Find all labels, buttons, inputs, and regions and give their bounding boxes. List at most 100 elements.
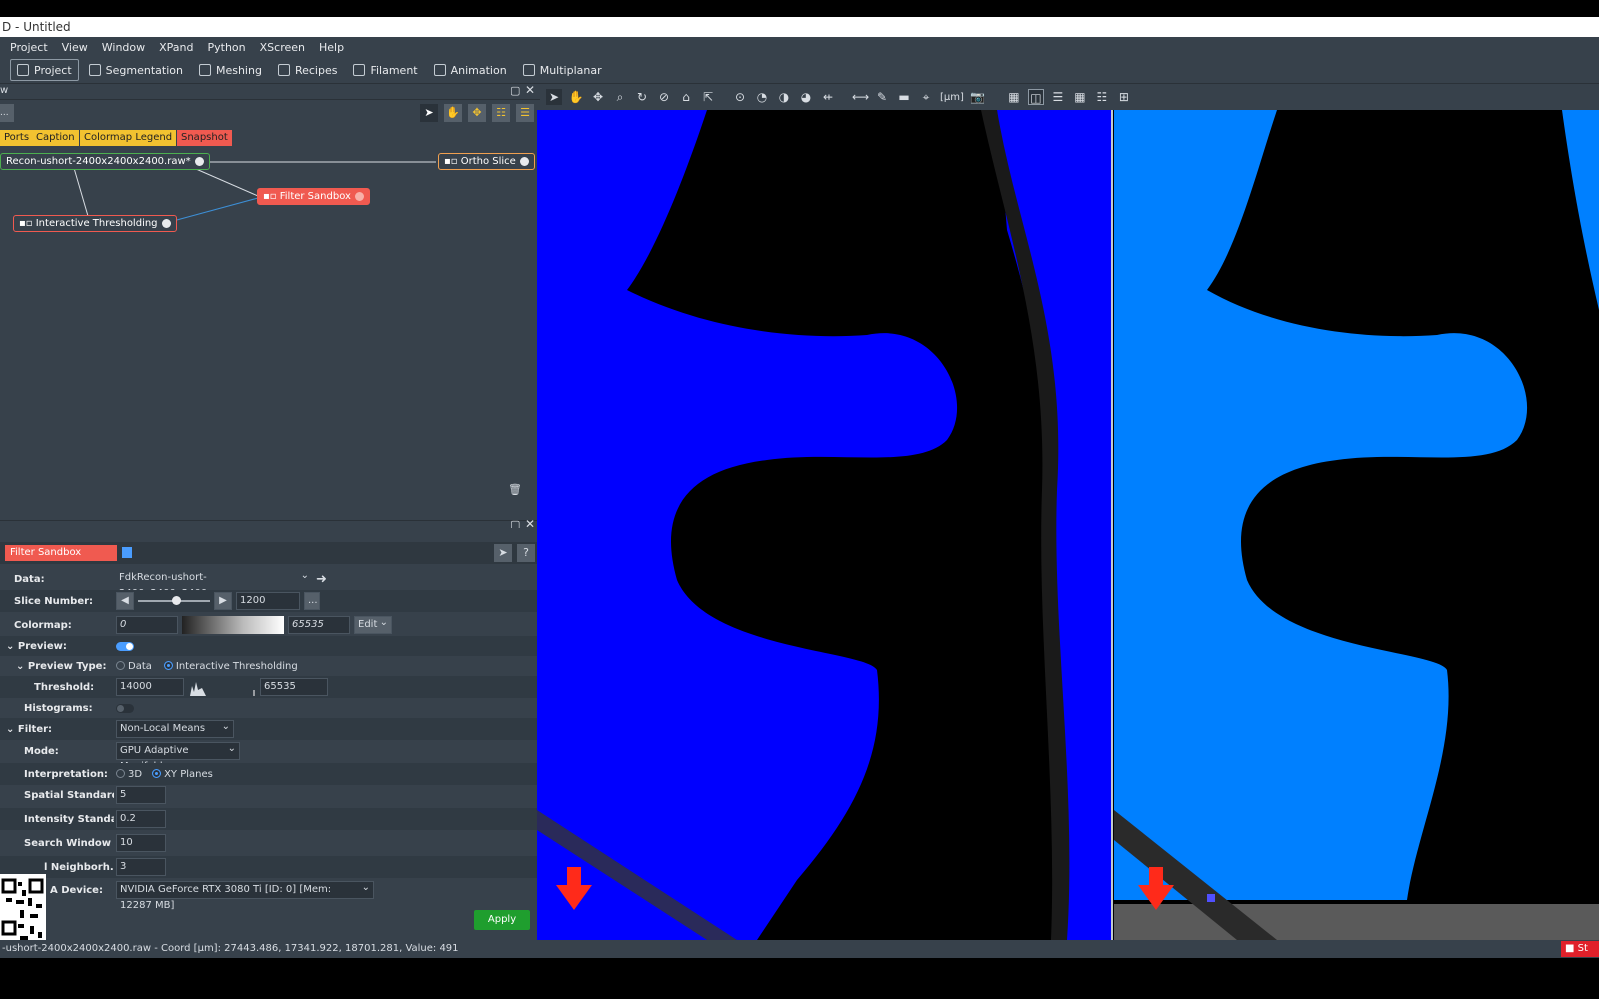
preview-type-threshold-radio[interactable]: Interactive Thresholding	[163, 661, 298, 672]
close-icon[interactable]: ✕	[525, 83, 535, 97]
colormap-edit-button[interactable]: Edit	[354, 615, 392, 634]
viewer-canvas[interactable]	[537, 110, 1599, 940]
node-label: Filter Sandbox	[279, 191, 351, 202]
slice-more-button[interactable]: ...	[304, 592, 320, 610]
module-color-icon[interactable]	[122, 547, 132, 558]
slice-number-input[interactable]: 1200	[236, 592, 300, 610]
device-dropdown[interactable]: NVIDIA GeForce RTX 3080 Ti [ID: 0] [Mem:…	[116, 880, 374, 911]
view-y-icon[interactable]: ◑	[776, 89, 792, 105]
tab-meshing[interactable]: Meshing	[193, 59, 268, 81]
interactive-thresholding-node[interactable]: ▪▫ Interactive Thresholding	[13, 215, 177, 232]
left-viewport[interactable]	[537, 110, 1111, 940]
tab-animation[interactable]: Animation	[428, 59, 513, 81]
cursor-marker	[1207, 894, 1215, 902]
preview-type-data-radio[interactable]: Data	[116, 661, 152, 672]
menu-project[interactable]: Project	[10, 41, 48, 54]
info-icon[interactable]	[161, 218, 171, 228]
radio-label: XY Planes	[164, 768, 213, 780]
histograms-toggle[interactable]	[116, 703, 134, 713]
threshold-min-input[interactable]: 14000	[116, 678, 184, 696]
info-icon[interactable]	[519, 156, 529, 166]
tab-filament[interactable]: Filament	[347, 59, 423, 81]
filter-label-text: Filter:	[17, 723, 53, 735]
preview-toggle[interactable]	[116, 641, 134, 651]
help-icon[interactable]: ?	[517, 544, 535, 562]
menu-help[interactable]: Help	[319, 41, 344, 54]
module-name: Filter Sandbox	[5, 545, 117, 561]
stop-button[interactable]: ■ St	[1561, 941, 1599, 957]
threshold-max-input[interactable]: 65535	[260, 678, 328, 696]
node-label: Ortho Slice	[460, 156, 516, 167]
home-icon[interactable]: ⌂	[678, 89, 694, 105]
menu-python[interactable]: Python	[208, 41, 246, 54]
data-dropdown[interactable]: FdkRecon-ushort-2400x2400x2400.raw	[116, 568, 312, 599]
viewer-3d[interactable]	[537, 110, 1599, 940]
menu-view[interactable]: View	[62, 41, 88, 54]
preview-row: ⌄ Preview:	[0, 636, 540, 656]
menu-xscreen[interactable]: XScreen	[260, 41, 305, 54]
seek-icon[interactable]: ⇷	[820, 89, 836, 105]
pointer-icon[interactable]: ➤	[546, 89, 562, 105]
data-node[interactable]: Recon-ushort-2400x2400x2400.raw*	[0, 153, 210, 170]
colormap-gradient[interactable]	[182, 616, 284, 634]
measure-icon[interactable]: ⟷	[852, 89, 869, 105]
info-icon[interactable]	[194, 156, 204, 166]
layout-three-icon[interactable]: ☷	[1094, 89, 1110, 105]
line-tool-icon[interactable]: ▬	[896, 89, 912, 105]
prev-slice-button[interactable]: ◀	[116, 592, 134, 610]
colormap-label: Colormap:	[14, 619, 72, 631]
roll-icon[interactable]: ⊘	[656, 89, 672, 105]
right-viewport[interactable]	[1114, 110, 1599, 940]
intensity-input[interactable]: 0.2	[116, 810, 166, 828]
layers-icon	[88, 64, 101, 76]
layout-split-vertical-icon[interactable]: ◫	[1027, 89, 1044, 105]
arrow-right-icon[interactable]: ➜	[316, 572, 327, 587]
filter-dropdown[interactable]: Non-Local Means	[116, 719, 234, 738]
layout-custom-icon[interactable]: ⊞	[1116, 89, 1132, 105]
threshold-histogram[interactable]	[188, 678, 256, 696]
hand-icon[interactable]: ✋	[568, 89, 584, 105]
view-all-icon[interactable]: ⊙	[732, 89, 748, 105]
layout-single-icon[interactable]: ▦	[1006, 89, 1022, 105]
pan-icon[interactable]: ✥	[590, 89, 606, 105]
tab-segmentation[interactable]: Segmentation	[83, 59, 189, 81]
trash-icon[interactable]: 🗑	[508, 483, 522, 496]
colormap-min-input[interactable]: 0	[116, 616, 178, 634]
tab-multiplanar[interactable]: Multiplanar	[517, 59, 608, 81]
ortho-slice-node[interactable]: ▪▫ Ortho Slice	[438, 153, 535, 170]
tab-recipes[interactable]: Recipes	[272, 59, 344, 81]
filter-sandbox-node[interactable]: ▪▫ Filter Sandbox	[257, 188, 370, 205]
layout-quad-icon[interactable]: ▦	[1072, 89, 1088, 105]
probe-icon[interactable]: ⌖	[918, 89, 934, 105]
view-x-icon[interactable]: ◔	[754, 89, 770, 105]
mode-dropdown[interactable]: GPU Adaptive Manifold	[116, 741, 240, 772]
slice-slider[interactable]	[138, 596, 210, 605]
next-slice-button[interactable]: ▶	[214, 592, 232, 610]
set-home-icon[interactable]: ⇱	[700, 89, 716, 105]
menu-window[interactable]: Window	[102, 41, 145, 54]
info-icon[interactable]	[354, 191, 364, 201]
panel-splitter[interactable]: ▢ ✕	[0, 517, 540, 531]
zoom-icon[interactable]: ⌕	[612, 89, 628, 105]
interpretation-3d-radio[interactable]: 3D	[116, 769, 142, 780]
layout-split-horizontal-icon[interactable]: ☰	[1050, 89, 1066, 105]
neighborhood-input[interactable]: 3	[116, 858, 166, 876]
interpretation-xy-radio[interactable]: XY Planes	[152, 769, 213, 780]
search-window-input[interactable]: 10	[116, 834, 166, 852]
camera-icon[interactable]: 📷	[970, 89, 986, 105]
annotate-icon[interactable]: ✎	[874, 89, 890, 105]
data-row: Data: FdkRecon-ushort-2400x2400x2400.raw…	[0, 568, 540, 599]
rotate-icon[interactable]: ↻	[634, 89, 650, 105]
slider-handle[interactable]	[172, 596, 181, 605]
spatial-input[interactable]: 5	[116, 786, 166, 804]
colormap-max-input[interactable]: 65535	[288, 616, 350, 634]
view-z-icon[interactable]: ◕	[798, 89, 814, 105]
tab-project[interactable]: Project	[10, 59, 79, 81]
preview-label-text: Preview:	[17, 640, 67, 652]
float-icon[interactable]: ▢	[510, 84, 520, 97]
pointer-icon[interactable]: ➤	[494, 544, 512, 562]
unit-dropdown[interactable]: [µm]	[940, 92, 964, 103]
menu-xpand[interactable]: XPand	[159, 41, 193, 54]
node-label: Recon-ushort-2400x2400x2400.raw*	[6, 156, 191, 167]
apply-button[interactable]: Apply	[474, 910, 530, 930]
